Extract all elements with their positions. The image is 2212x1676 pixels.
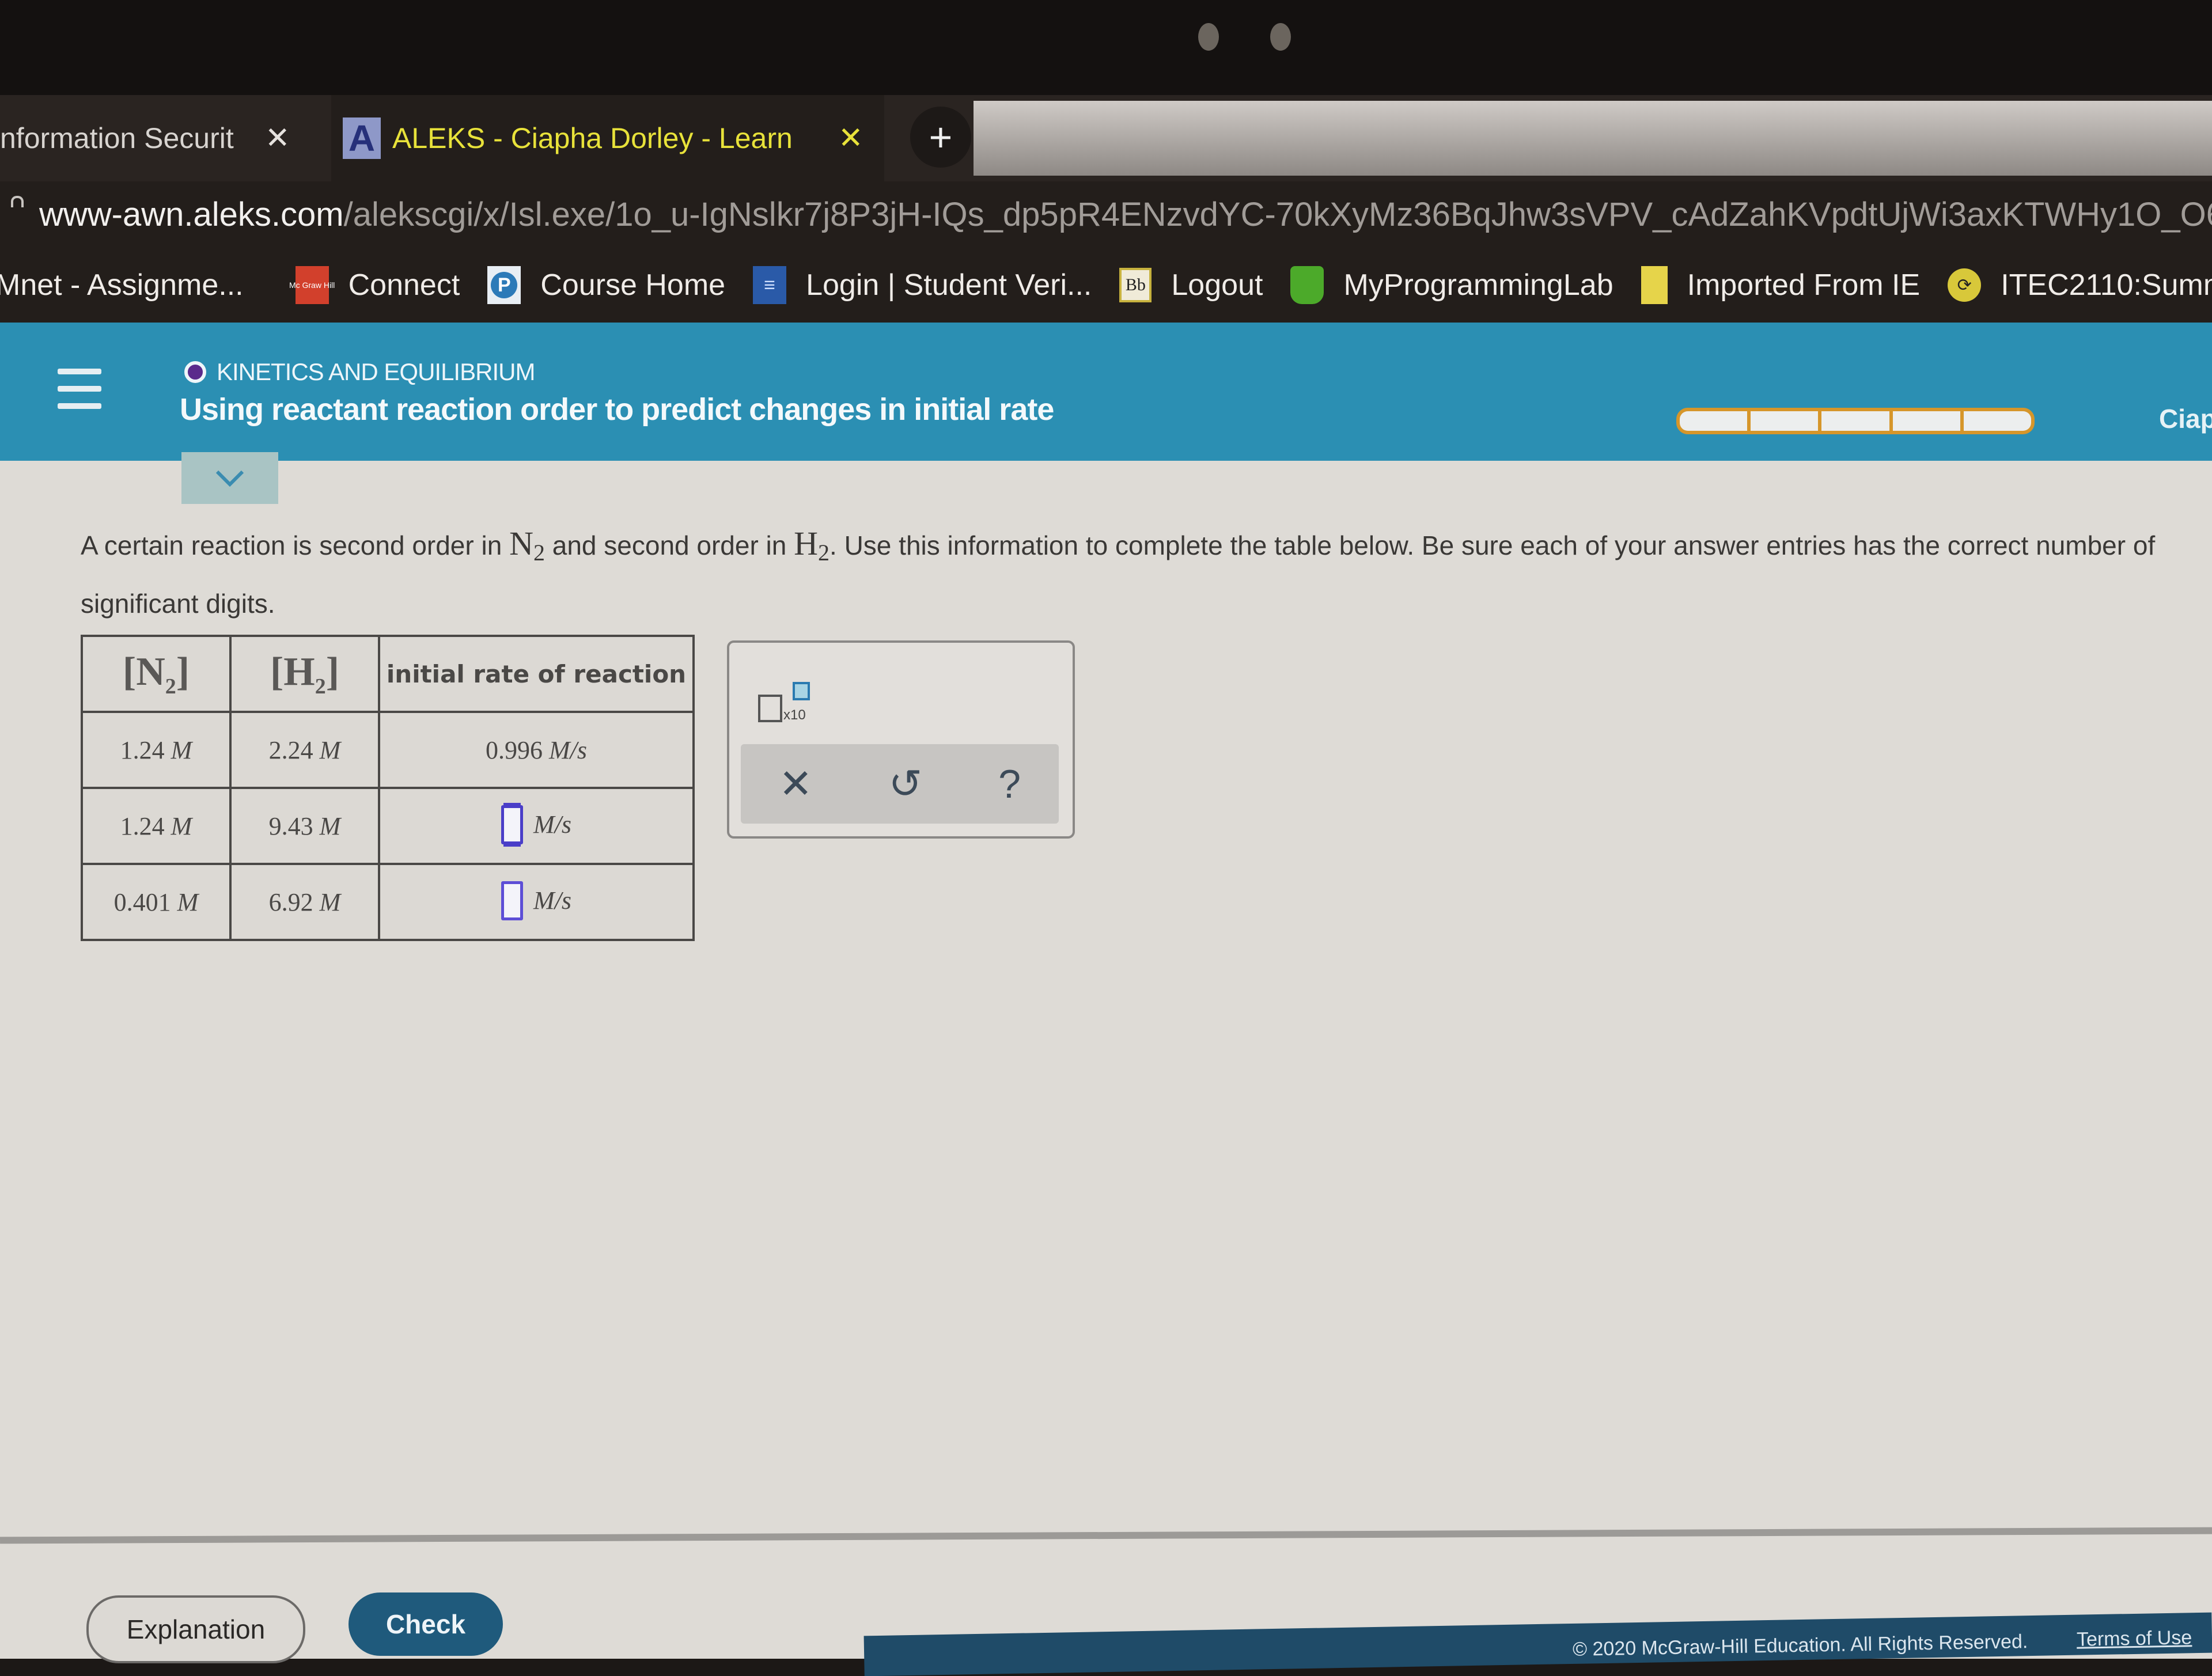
rate-table: [N2] [H2] initial rate of reaction 1.24 …	[81, 635, 695, 941]
progress-segment	[1821, 411, 1889, 431]
blackboard-icon: Bb	[1119, 268, 1152, 302]
monitor-bezel	[0, 0, 2212, 98]
progress-segment	[1892, 411, 1960, 431]
bookmark-label: Connect	[348, 268, 460, 302]
answer-tools-panel: x10 ✕ ↺ ?	[727, 640, 1075, 839]
topic-text: KINETICS AND EQUILIBRIUM	[217, 358, 535, 385]
n2-value: 0.401 M	[81, 863, 232, 941]
bookmark-mnet[interactable]: Mnet - Assignme...	[0, 268, 244, 302]
table-row: 0.401 M 6.92 M M/s	[81, 863, 695, 941]
document-icon: ≡	[753, 266, 787, 304]
rate-answer-cell: M/s	[378, 863, 695, 941]
progress-segment	[1751, 411, 1819, 431]
bookmark-label: Course Home	[540, 268, 726, 302]
bookmark-label: MyProgrammingLab	[1343, 268, 1613, 302]
rate-answer-input[interactable]	[501, 805, 523, 844]
tab-label: ALEKS - Ciapha Dorley - Learn	[392, 122, 793, 154]
globe-icon: ⟳	[1948, 268, 1982, 302]
progress-segment	[1963, 411, 2031, 431]
url-host: www-awn.aleks.com	[39, 196, 344, 233]
rate-value: 0.996 M/s	[378, 711, 695, 789]
question-text: A certain reaction is second order in N2…	[81, 525, 2156, 619]
camera-icon	[1198, 23, 1219, 51]
rate-answer-input[interactable]	[501, 881, 523, 920]
rate-unit: M/s	[533, 810, 571, 839]
camera-sensor-icon	[1270, 23, 1291, 51]
address-bar[interactable]: www-awn.aleks.com/alekscgi/x/Isl.exe/1o_…	[0, 181, 2212, 248]
clear-icon[interactable]: ✕	[779, 760, 813, 807]
header-rate: initial rate of reaction	[378, 635, 695, 713]
bookmark-label: Logout	[1171, 268, 1263, 302]
n2-value: 1.24 M	[81, 787, 232, 865]
window-strip	[974, 101, 2212, 176]
close-tab-icon[interactable]: ✕	[838, 121, 863, 156]
h2-value: 2.24 M	[229, 711, 380, 789]
bookmark-label: ITEC2110:Summer2	[2001, 268, 2212, 302]
tab-aleks[interactable]: A ALEKS - Ciapha Dorley - Learn ✕	[331, 95, 884, 181]
new-tab-button[interactable]: +	[910, 107, 971, 168]
table-header-row: [N2] [H2] initial rate of reaction	[81, 635, 695, 713]
tab-information-security[interactable]: nformation Securit ✕	[0, 95, 323, 181]
chevron-down-icon	[215, 470, 244, 487]
rate-answer-cell: M/s	[378, 787, 695, 865]
progress-segment	[1680, 411, 1748, 431]
menu-icon[interactable]	[58, 369, 101, 409]
mcgraw-hill-icon: Mc Graw Hill	[289, 266, 335, 304]
folder-icon	[1641, 266, 1668, 304]
n2-value: 1.24 M	[81, 711, 232, 789]
mantissa-box-icon	[758, 695, 782, 722]
bookmark-course-home[interactable]: P Course Home	[487, 266, 725, 304]
undo-icon[interactable]: ↺	[889, 760, 923, 807]
terms-of-use-link[interactable]: Terms of Use	[2077, 1626, 2192, 1651]
bookmark-login-student[interactable]: ≡ Login | Student Veri...	[753, 266, 1092, 304]
bookmarks-bar: Mnet - Assignme... Mc Graw Hill Connect …	[0, 248, 2212, 323]
explanation-button[interactable]: Explanation	[86, 1595, 305, 1663]
bookmark-itec2110[interactable]: ⟳ ITEC2110:Summer2	[1948, 268, 2212, 302]
x10-label: x10	[783, 707, 806, 723]
scientific-notation-button[interactable]: x10	[758, 682, 810, 723]
collapse-toggle[interactable]	[181, 452, 278, 504]
user-name[interactable]: Ciapl	[2159, 403, 2212, 434]
url-path: /alekscgi/x/Isl.exe/1o_u-IgNslkr7j8P3jH-…	[343, 196, 2212, 233]
help-icon[interactable]: ?	[998, 761, 1021, 807]
close-tab-icon[interactable]: ✕	[265, 121, 290, 156]
bookmark-logout[interactable]: Bb Logout	[1119, 268, 1263, 302]
topic-label: KINETICS AND EQUILIBRIUM	[184, 358, 535, 386]
bookmark-label: Mnet - Assignme...	[0, 268, 244, 302]
bookmark-connect[interactable]: Mc Graw Hill Connect	[289, 266, 460, 304]
topic-dot-icon	[184, 361, 206, 383]
aleks-favicon-icon: A	[343, 117, 381, 159]
mpl-icon	[1290, 266, 1324, 304]
rate-unit: M/s	[533, 886, 571, 915]
tab-label: nformation Securit	[0, 122, 234, 154]
progress-bar	[1676, 408, 2035, 434]
check-button[interactable]: Check	[349, 1592, 503, 1656]
bookmark-label: Imported From IE	[1687, 268, 1921, 302]
h2-value: 9.43 M	[229, 787, 380, 865]
h2-value: 6.92 M	[229, 863, 380, 941]
lesson-title: Using reactant reaction order to predict…	[180, 392, 1054, 427]
table-row: 1.24 M 2.24 M 0.996 M/s	[81, 711, 695, 789]
header-n2: [N2]	[81, 635, 232, 713]
pearson-icon: P	[487, 266, 521, 304]
table-row: 1.24 M 9.43 M M/s	[81, 787, 695, 865]
bookmark-label: Login | Student Veri...	[806, 268, 1092, 302]
tools-row: ✕ ↺ ?	[741, 744, 1059, 824]
bookmark-myprogramminglab[interactable]: MyProgrammingLab	[1290, 266, 1613, 304]
exponent-box-icon	[793, 682, 810, 700]
bookmark-imported-from-ie[interactable]: Imported From IE	[1641, 266, 1921, 304]
header-h2: [H2]	[229, 635, 380, 713]
